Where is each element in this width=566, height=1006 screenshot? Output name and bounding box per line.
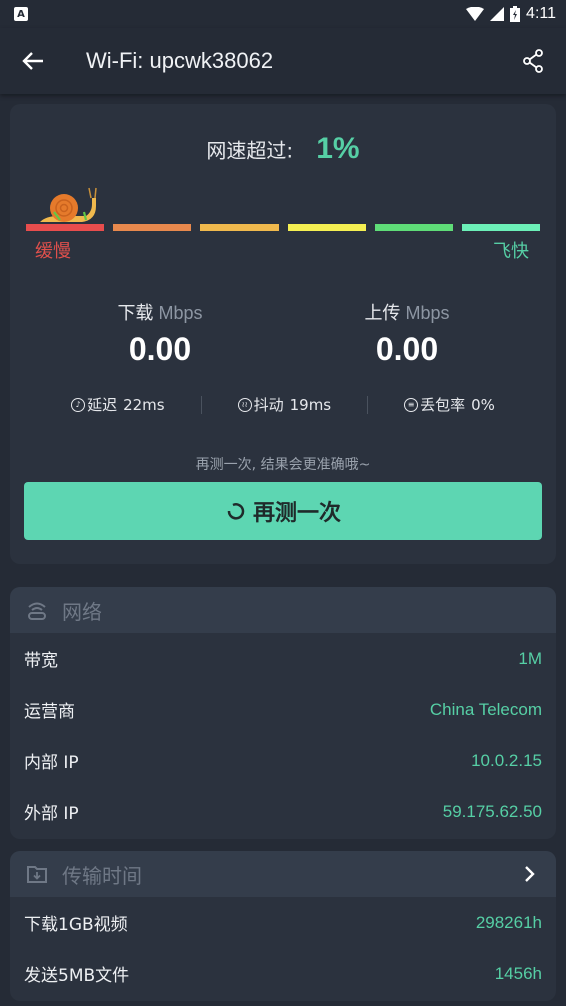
stat-jitter: ≀≀ 抖动 19ms	[237, 394, 332, 415]
info-key: 下载1GB视频	[24, 915, 128, 935]
stat-label: 丢包率	[420, 396, 466, 414]
scale-label-fast: 飞快	[493, 241, 529, 262]
share-button[interactable]	[516, 44, 550, 78]
retest-hint: 再测一次, 结果会更准确哦~	[195, 457, 371, 473]
info-value: 1M	[518, 648, 542, 668]
info-value: 298261h	[475, 912, 542, 932]
info-value: 10.0.2.15	[471, 750, 542, 770]
info-row-external-ip: 外部 IP 59.175.62.50	[10, 786, 556, 837]
router-icon	[26, 599, 48, 621]
wifi-icon	[466, 7, 485, 21]
download-unit: Mbps	[158, 303, 203, 323]
stat-latency: ♪ 延迟 22ms	[71, 394, 165, 415]
info-key: 带宽	[24, 651, 58, 671]
info-value: 1456h	[494, 963, 542, 983]
speed-scale-segment	[374, 224, 453, 231]
stat-label: 延迟	[87, 396, 118, 414]
packet-loss-icon: ≡	[404, 397, 419, 412]
network-card-title: 网络	[62, 599, 102, 624]
transfer-time-header[interactable]: 传输时间	[10, 851, 556, 897]
network-card: 网络 带宽 1M 运营商 China Telecom 内部 IP 10.0.2.…	[10, 587, 556, 839]
download-metric: 下载 Mbps 0.00	[60, 299, 260, 368]
back-button[interactable]	[16, 44, 50, 78]
battery-icon	[510, 6, 521, 22]
stats-row: ♪ 延迟 22ms ≀≀ 抖动 19ms ≡ 丢包率 0%	[10, 394, 556, 415]
speed-scale-segment	[200, 224, 279, 231]
info-row-carrier: 运营商 China Telecom	[10, 684, 556, 735]
stat-value: 19ms	[289, 395, 332, 414]
speed-test-card: 网速超过: 1% 缓慢 飞快 下载 Mbps 0.00 上传 Mbps 0.00	[10, 104, 556, 564]
download-value: 0.00	[128, 331, 192, 367]
app-notification-icon: A	[14, 7, 28, 21]
status-bar: A 4:11	[0, 0, 566, 28]
signal-icon	[490, 7, 505, 21]
speed-scale-segment	[461, 224, 541, 231]
info-key: 内部 IP	[24, 753, 79, 773]
share-icon	[523, 49, 543, 73]
upload-metric: 上传 Mbps 0.00	[307, 299, 507, 368]
info-key: 外部 IP	[24, 804, 79, 824]
download-label: 下载	[117, 303, 154, 324]
stat-label: 抖动	[253, 396, 284, 414]
refresh-icon	[227, 503, 245, 520]
transfer-time-card: 传输时间 下载1GB视频 298261h 发送5MB文件 1456h	[10, 851, 556, 1001]
clock: 4:11	[526, 5, 556, 22]
speed-scale-bar	[26, 224, 541, 231]
divider	[200, 395, 202, 414]
speed-scale-segment	[26, 224, 105, 231]
retest-button-label: 再测一次	[252, 500, 341, 525]
folder-download-icon	[26, 863, 48, 885]
page-title: Wi-Fi: upcwk38062	[86, 48, 274, 73]
transfer-time-title: 传输时间	[62, 863, 142, 888]
scale-label-slow: 缓慢	[35, 241, 71, 262]
info-key: 发送5MB文件	[24, 966, 130, 986]
info-value: China Telecom	[429, 699, 542, 719]
upload-value: 0.00	[375, 331, 439, 367]
divider	[367, 395, 369, 414]
stat-value: 22ms	[123, 395, 165, 414]
upload-label: 上传	[364, 303, 401, 324]
arrow-left-icon	[22, 52, 43, 70]
info-value: 59.175.62.50	[442, 801, 542, 821]
app-bar: Wi-Fi: upcwk38062	[0, 28, 566, 94]
network-card-header: 网络	[10, 587, 556, 633]
latency-icon: ♪	[71, 397, 86, 412]
chevron-right-icon[interactable]	[520, 864, 540, 884]
rank-label: 网速超过:	[206, 138, 294, 163]
jitter-icon: ≀≀	[237, 397, 252, 412]
speed-scale-segment	[287, 224, 366, 231]
stat-packet-loss: ≡ 丢包率 0%	[404, 394, 495, 415]
info-key: 运营商	[24, 702, 75, 722]
snail-icon	[40, 187, 97, 222]
stat-value: 0%	[471, 395, 495, 414]
retest-button[interactable]: 再测一次	[24, 482, 542, 540]
rank-value: 1%	[316, 132, 360, 165]
info-row-bandwidth: 带宽 1M	[10, 633, 556, 684]
info-row-send-file: 发送5MB文件 1456h	[10, 948, 556, 999]
info-row-download-video: 下载1GB视频 298261h	[10, 897, 556, 948]
info-row-internal-ip: 内部 IP 10.0.2.15	[10, 735, 556, 786]
speed-rank: 网速超过: 1%	[10, 132, 556, 166]
speed-scale-segment	[113, 224, 192, 231]
upload-unit: Mbps	[405, 303, 450, 323]
